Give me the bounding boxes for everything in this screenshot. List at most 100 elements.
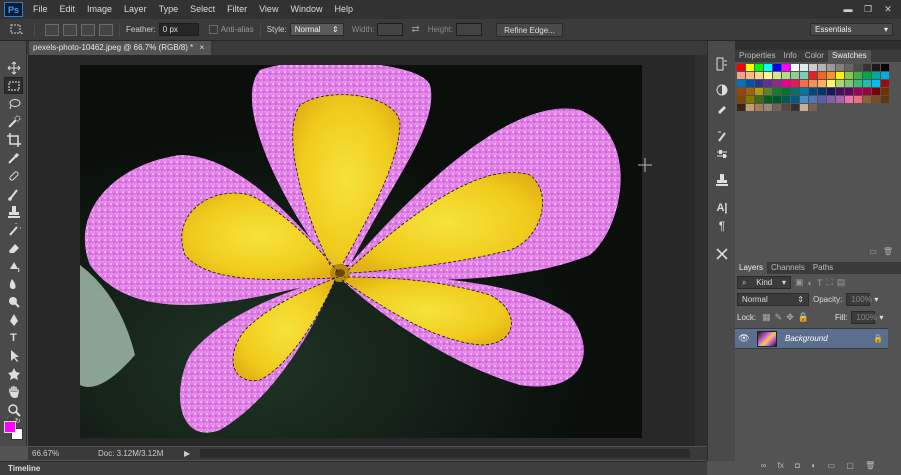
anti-alias-checkbox[interactable]	[208, 25, 218, 34]
swatch[interactable]	[791, 64, 799, 71]
tab-swatches[interactable]: Swatches	[827, 50, 871, 62]
swatch[interactable]	[854, 72, 862, 79]
swatch[interactable]	[737, 104, 745, 111]
swatch[interactable]	[863, 80, 871, 87]
swatch[interactable]	[881, 80, 889, 87]
menu-file[interactable]: File	[27, 0, 54, 19]
menu-window[interactable]: Window	[284, 0, 328, 19]
swatch[interactable]	[809, 80, 817, 87]
swatch[interactable]	[737, 72, 745, 79]
lock-position-icon[interactable]: ✥	[786, 312, 794, 323]
menu-type[interactable]: Type	[153, 0, 185, 19]
swatch[interactable]	[800, 88, 808, 95]
swatch[interactable]	[809, 104, 817, 111]
history-brush-icon[interactable]	[4, 221, 23, 238]
width-input[interactable]	[377, 23, 404, 36]
menu-help[interactable]: Help	[328, 0, 359, 19]
blur-tool-icon[interactable]	[4, 275, 23, 292]
swatch[interactable]	[755, 88, 763, 95]
swatch[interactable]	[755, 96, 763, 103]
filter-adjustment-icon[interactable]: ◐	[808, 278, 813, 288]
swatch[interactable]	[737, 80, 745, 87]
type-tool-icon[interactable]: T	[4, 329, 23, 346]
gradient-tool-icon[interactable]	[4, 257, 23, 274]
swatch[interactable]	[782, 104, 790, 111]
feather-input[interactable]: 0 px	[158, 23, 199, 36]
swatch[interactable]	[746, 96, 754, 103]
filter-smart-object-icon[interactable]: ▤	[837, 277, 846, 288]
swatch[interactable]	[845, 72, 853, 79]
vertical-scrollbar[interactable]	[695, 55, 707, 446]
swatch[interactable]	[800, 96, 808, 103]
swatch[interactable]	[836, 88, 844, 95]
menu-edit[interactable]: Edit	[54, 0, 82, 19]
zoom-level[interactable]: 66.67%	[28, 449, 70, 458]
swatch[interactable]	[755, 72, 763, 79]
swatch[interactable]	[827, 88, 835, 95]
menu-layer[interactable]: Layer	[118, 0, 153, 19]
tab-paths[interactable]: Paths	[809, 262, 837, 274]
swatch[interactable]	[836, 80, 844, 87]
eyedropper-tool-icon[interactable]	[4, 149, 23, 166]
eye-icon[interactable]: 👁	[735, 333, 753, 344]
swatch[interactable]	[773, 88, 781, 95]
swatch[interactable]	[737, 96, 745, 103]
tab-color[interactable]: Color	[801, 50, 828, 62]
swatch[interactable]	[872, 64, 880, 71]
new-layer-icon[interactable]: ▢	[846, 461, 854, 473]
swatch[interactable]	[854, 80, 862, 87]
quick-selection-tool-icon[interactable]	[4, 113, 23, 130]
layer-style-icon[interactable]: fx	[778, 461, 784, 473]
swatch[interactable]	[764, 72, 772, 79]
brush-presets-panel-icon[interactable]	[713, 127, 731, 144]
swatch[interactable]	[773, 104, 781, 111]
blend-mode-select[interactable]: Normal ⇕	[737, 293, 809, 306]
swatch[interactable]	[836, 96, 844, 103]
status-menu-arrow-icon[interactable]: ▶	[184, 449, 190, 458]
layer-name[interactable]: Background	[785, 334, 828, 343]
swatch[interactable]	[764, 96, 772, 103]
history-panel-icon[interactable]	[713, 55, 731, 72]
swatch[interactable]	[827, 64, 835, 71]
swatch[interactable]	[881, 88, 889, 95]
swatch[interactable]	[881, 72, 889, 79]
close-window-button[interactable]: ✕	[879, 2, 897, 16]
canvas-area[interactable]	[28, 55, 707, 446]
swap-dimensions-icon[interactable]: ⇄	[411, 24, 419, 35]
menu-filter[interactable]: Filter	[221, 0, 253, 19]
foreground-color-swatch[interactable]	[4, 421, 16, 433]
tool-preset-picker[interactable]	[6, 23, 28, 37]
workspace-select[interactable]: Essentials ▾	[810, 23, 893, 36]
swatch[interactable]	[746, 64, 754, 71]
menu-view[interactable]: View	[253, 0, 284, 19]
swatch[interactable]	[827, 72, 835, 79]
swatch[interactable]	[800, 64, 808, 71]
hand-tool-icon[interactable]	[4, 383, 23, 400]
swatch[interactable]	[863, 88, 871, 95]
swatch[interactable]	[755, 64, 763, 71]
swatch[interactable]	[746, 88, 754, 95]
swatch[interactable]	[746, 80, 754, 87]
swatch[interactable]	[791, 72, 799, 79]
swatch[interactable]	[827, 96, 835, 103]
swatch[interactable]	[818, 64, 826, 71]
swatch[interactable]	[791, 104, 799, 111]
swatch[interactable]	[881, 96, 889, 103]
pen-tool-icon[interactable]	[4, 311, 23, 328]
swatch[interactable]	[809, 88, 817, 95]
tab-channels[interactable]: Channels	[767, 262, 809, 274]
chevron-down-icon[interactable]: ▾	[874, 295, 878, 304]
swatch[interactable]	[854, 88, 862, 95]
swatch[interactable]	[764, 80, 772, 87]
swatch[interactable]	[800, 72, 808, 79]
adjustment-layer-icon[interactable]: ◐	[811, 461, 816, 473]
close-tab-icon[interactable]: ×	[199, 43, 204, 52]
new-swatch-icon[interactable]: ▭	[869, 247, 877, 257]
swatch[interactable]	[872, 72, 880, 79]
tab-info[interactable]: Info	[779, 50, 800, 62]
lock-transparent-icon[interactable]: ▦	[762, 312, 771, 323]
menu-select[interactable]: Select	[184, 0, 221, 19]
swatch[interactable]	[845, 88, 853, 95]
opacity-input[interactable]: 100%	[846, 293, 872, 306]
swatch[interactable]	[764, 104, 772, 111]
